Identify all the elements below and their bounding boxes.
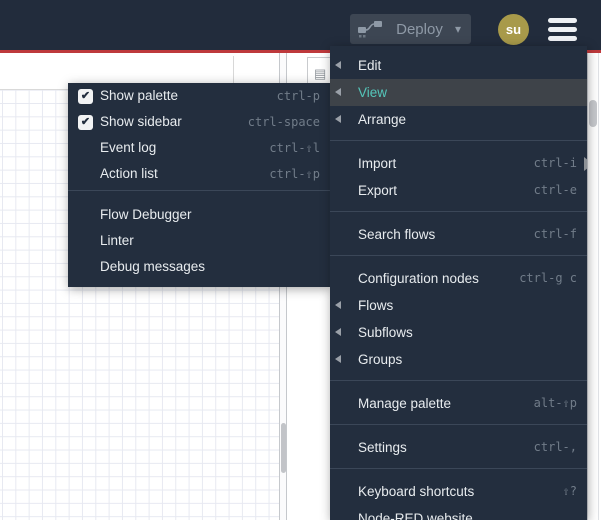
menu-item-shortcut: ctrl-f bbox=[533, 227, 577, 241]
menu-item-groups[interactable]: Groups bbox=[330, 346, 587, 373]
menu-item-manage-palette[interactable]: Manage palette alt-⇧p bbox=[330, 390, 587, 417]
menu-item-shortcut: ctrl-g c bbox=[519, 271, 577, 285]
menu-item-label: Search flows bbox=[358, 227, 436, 242]
header: Deploy ▾ su bbox=[0, 0, 601, 50]
checkbox-checked-icon[interactable]: ✔ bbox=[78, 88, 93, 104]
menu-item-subflows[interactable]: Subflows bbox=[330, 319, 587, 346]
checkbox-slot: ✔ bbox=[78, 88, 100, 104]
hamburger-bar bbox=[548, 36, 577, 41]
menu-item-edit[interactable]: Edit bbox=[330, 52, 587, 79]
menu-item-configuration-nodes[interactable]: Configuration nodes ctrl-g c bbox=[330, 265, 587, 292]
menu-item-label: Flows bbox=[358, 298, 394, 313]
menu-item-label: Action list bbox=[100, 166, 158, 181]
menu-item-label: Debug messages bbox=[100, 259, 206, 274]
submenu-left-arrow-icon bbox=[335, 355, 341, 363]
menu-item-label: Show palette bbox=[100, 88, 179, 103]
menu-item-shortcut: ctrl-, bbox=[533, 440, 577, 454]
menu-item-label: Event log bbox=[100, 140, 157, 155]
menu-item-settings[interactable]: Settings ctrl-, bbox=[330, 434, 587, 461]
deploy-nodes-icon bbox=[358, 20, 382, 37]
submenu-left-arrow-icon bbox=[335, 301, 341, 309]
menu-divider bbox=[330, 255, 587, 256]
sidebar-scrollbar-thumb[interactable] bbox=[589, 100, 597, 127]
view-submenu: ✔ Show palette ctrl-p ✔ Show sidebar ctr… bbox=[68, 83, 330, 287]
menu-item-label: Keyboard shortcuts bbox=[358, 484, 475, 499]
menu-item-label: Subflows bbox=[358, 325, 413, 340]
menu-item-flow-debugger[interactable]: ✔ Flow Debugger bbox=[68, 202, 330, 228]
user-avatar[interactable]: su bbox=[498, 14, 529, 45]
menu-item-label: View bbox=[358, 85, 388, 100]
checkbox-slot: ✔ bbox=[78, 167, 100, 182]
menu-item-import[interactable]: Import ctrl-i bbox=[330, 150, 587, 177]
menu-item-arrange[interactable]: Arrange bbox=[330, 106, 587, 133]
menu-item-shortcut: ctrl-p bbox=[276, 89, 320, 103]
menu-item-keyboard-shortcuts[interactable]: Keyboard shortcuts ⇧? bbox=[330, 478, 587, 505]
menu-item-label: Configuration nodes bbox=[358, 271, 479, 286]
menu-item-linter[interactable]: ✔ Linter bbox=[68, 228, 330, 254]
submenu-left-arrow-icon bbox=[335, 88, 341, 96]
menu-item-show-palette[interactable]: ✔ Show palette ctrl-p bbox=[68, 83, 330, 109]
menu-item-flows[interactable]: Flows bbox=[330, 292, 587, 319]
workspace-scrollbar-thumb[interactable] bbox=[281, 423, 286, 473]
menu-item-label: Import bbox=[358, 156, 397, 171]
menu-item-label: Edit bbox=[358, 58, 382, 73]
menu-item-label: Export bbox=[358, 183, 398, 198]
menu-item-shortcut: ⇧? bbox=[562, 484, 577, 498]
checkbox-slot: ✔ bbox=[78, 114, 100, 130]
hamburger-bar bbox=[548, 27, 577, 32]
menu-item-export[interactable]: Export ctrl-e bbox=[330, 177, 587, 204]
checkbox-slot: ✔ bbox=[78, 141, 100, 156]
menu-item-label: Show sidebar bbox=[100, 114, 182, 129]
menu-item-node-red-website[interactable]: Node-RED website bbox=[330, 505, 587, 520]
menu-divider bbox=[330, 424, 587, 425]
submenu-left-arrow-icon bbox=[335, 115, 341, 123]
menu-divider bbox=[330, 468, 587, 469]
menu-item-view[interactable]: View bbox=[330, 79, 587, 106]
menu-divider bbox=[68, 190, 330, 191]
deploy-button[interactable]: Deploy ▾ bbox=[350, 14, 471, 44]
menu-divider bbox=[330, 211, 587, 212]
menu-item-label: Node-RED website bbox=[358, 511, 473, 520]
menu-divider bbox=[330, 380, 587, 381]
menu-item-shortcut: ctrl-⇧p bbox=[269, 167, 320, 181]
menu-item-shortcut: alt-⇧p bbox=[533, 396, 577, 410]
menu-divider bbox=[330, 140, 587, 141]
menu-item-shortcut: ctrl-space bbox=[247, 115, 320, 129]
checkbox-slot: ✔ bbox=[78, 234, 100, 249]
submenu-left-arrow-icon bbox=[335, 61, 341, 69]
checkbox-checked-icon[interactable]: ✔ bbox=[78, 114, 93, 130]
menu-item-label: Settings bbox=[358, 440, 407, 455]
main-menu: Edit View Arrange Import ctrl-i Export c… bbox=[330, 46, 587, 520]
menu-item-label: Flow Debugger bbox=[100, 207, 192, 222]
menu-item-shortcut: ctrl-i bbox=[533, 156, 577, 170]
checkbox-slot: ✔ bbox=[78, 208, 100, 223]
menu-item-event-log[interactable]: ✔ Event log ctrl-⇧l bbox=[68, 135, 330, 161]
submenu-left-arrow-icon bbox=[335, 328, 341, 336]
menu-item-label: Linter bbox=[100, 233, 134, 248]
hamburger-menu-icon[interactable] bbox=[548, 18, 577, 41]
menu-item-label: Manage palette bbox=[358, 396, 452, 411]
menu-item-show-sidebar[interactable]: ✔ Show sidebar ctrl-space bbox=[68, 109, 330, 135]
submenu-right-arrow-icon bbox=[584, 156, 587, 171]
sidebar-tab-icon: ▤ bbox=[314, 66, 327, 81]
menu-item-shortcut: ctrl-e bbox=[533, 183, 577, 197]
menu-item-shortcut: ctrl-⇧l bbox=[269, 141, 320, 155]
hamburger-bar bbox=[548, 18, 577, 23]
menu-item-label: Arrange bbox=[358, 112, 407, 127]
menu-item-debug-messages[interactable]: ✔ Debug messages bbox=[68, 254, 330, 280]
menu-item-search-flows[interactable]: Search flows ctrl-f bbox=[330, 221, 587, 248]
menu-item-action-list[interactable]: ✔ Action list ctrl-⇧p bbox=[68, 161, 330, 187]
chevron-down-icon[interactable]: ▾ bbox=[455, 14, 461, 44]
menu-item-label: Groups bbox=[358, 352, 403, 367]
checkbox-slot: ✔ bbox=[78, 260, 100, 275]
deploy-label: Deploy bbox=[396, 20, 443, 38]
